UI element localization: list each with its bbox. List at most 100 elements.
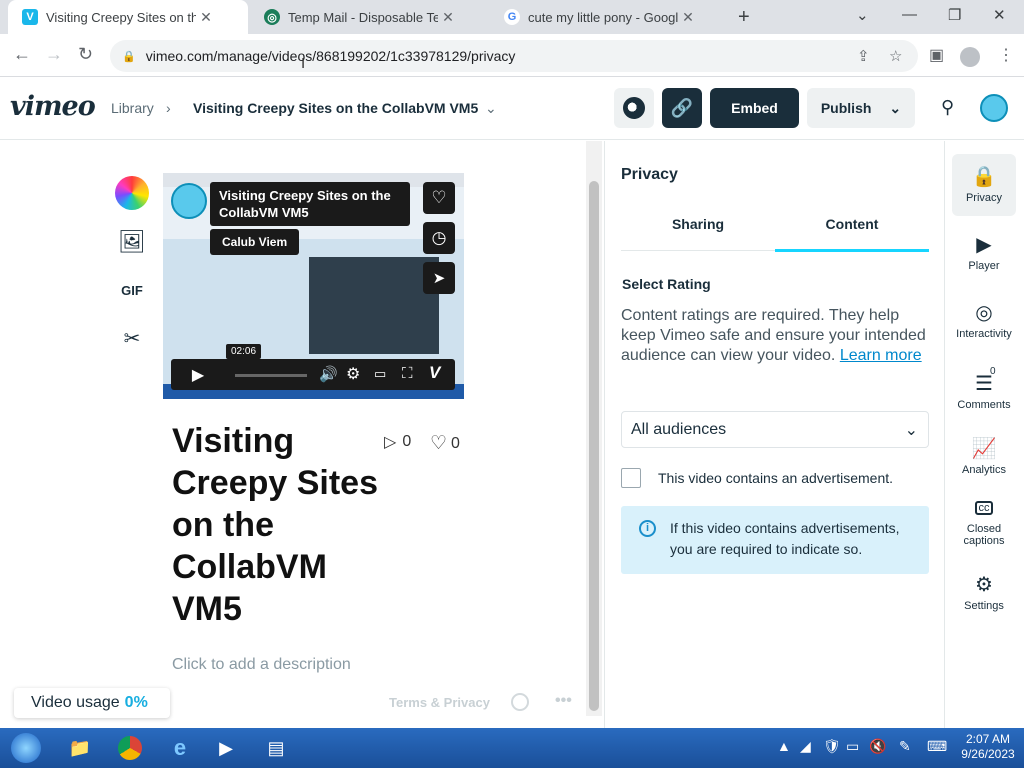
tray-expand-icon[interactable]: ▲ bbox=[777, 738, 791, 754]
share-button[interactable]: ➤ bbox=[423, 262, 455, 294]
avatar[interactable] bbox=[980, 94, 1008, 122]
browser-tab-tempmail[interactable]: ◎ Temp Mail - Disposable Tempora ✕ bbox=[250, 0, 488, 34]
terms-link[interactable]: Terms & Privacy bbox=[389, 695, 490, 710]
network-icon[interactable]: ◢ bbox=[800, 738, 811, 755]
new-tab-icon[interactable]: + bbox=[738, 6, 750, 29]
chrome-button[interactable] bbox=[110, 732, 150, 764]
copy-link-button[interactable]: 🔗 bbox=[662, 88, 702, 128]
media-button[interactable]: ▶ bbox=[206, 732, 246, 764]
play-icon[interactable]: ▶ bbox=[171, 359, 225, 390]
publish-button[interactable]: Publish ⌄ bbox=[807, 88, 915, 128]
browser-tab-google[interactable]: G cute my little pony - Google Sea ✕ bbox=[490, 0, 728, 34]
share-icon[interactable]: ⇪ bbox=[857, 47, 870, 65]
player-title[interactable]: Visiting Creepy Sites on the CollabVM VM… bbox=[210, 182, 410, 226]
pip-icon[interactable]: ▭ bbox=[374, 366, 386, 382]
windows-logo-icon bbox=[11, 733, 41, 763]
tab-title: Visiting Creepy Sites on the Colla bbox=[46, 9, 196, 25]
lock-icon: 🔒 bbox=[122, 50, 136, 63]
video-frame-dialog bbox=[309, 257, 439, 354]
like-button[interactable]: ♡ bbox=[423, 182, 455, 214]
progress-bar[interactable] bbox=[235, 374, 307, 377]
video-title[interactable]: Visiting Creepy Sites on the CollabVM VM… bbox=[172, 420, 392, 630]
ie-button[interactable]: e bbox=[160, 732, 200, 764]
globe-icon bbox=[623, 97, 645, 119]
rail-label: Closed captions bbox=[963, 523, 1005, 547]
folder-icon: 📁 bbox=[68, 737, 92, 758]
display-icon[interactable]: ▭ bbox=[846, 738, 859, 755]
search-icon[interactable]: ⚲ bbox=[941, 97, 954, 118]
volume-icon[interactable]: 🔊 bbox=[319, 365, 338, 383]
menu-dots-icon[interactable]: ⋮ bbox=[998, 45, 1014, 65]
close-tab-icon[interactable]: ✕ bbox=[438, 9, 458, 26]
rail-label: Privacy bbox=[965, 192, 1003, 204]
breadcrumb-video-title[interactable]: Visiting Creepy Sites on the CollabVM VM… bbox=[193, 100, 478, 116]
globe-button[interactable] bbox=[614, 88, 654, 128]
bookmark-star-icon[interactable]: ☆ bbox=[889, 47, 902, 65]
back-icon[interactable]: ← bbox=[13, 44, 31, 65]
likes-value: 0 bbox=[451, 434, 460, 452]
rail-item-closed-captions[interactable]: cc Closed captions bbox=[952, 501, 1016, 547]
start-button[interactable] bbox=[6, 732, 46, 764]
thumbnail-button[interactable]: 🖼 bbox=[112, 222, 152, 262]
scrollbar[interactable] bbox=[586, 141, 602, 716]
volume-mute-icon[interactable]: 🔇 bbox=[869, 738, 886, 755]
app-button[interactable]: ▤ bbox=[256, 732, 296, 764]
rail-label: Analytics bbox=[961, 464, 1007, 476]
security-shield-icon[interactable]: 🛡 bbox=[823, 738, 841, 755]
restore-icon[interactable]: ❐ bbox=[948, 6, 961, 24]
chevron-down-icon: ⌄ bbox=[904, 422, 918, 439]
clock-time: 2:07 AM bbox=[965, 732, 1011, 746]
side-panel-icon[interactable]: ▣ bbox=[929, 45, 944, 65]
breadcrumb-library[interactable]: Library bbox=[111, 100, 154, 116]
description-placeholder[interactable]: Click to add a description bbox=[172, 656, 351, 674]
close-tab-icon[interactable]: ✕ bbox=[678, 9, 698, 26]
learn-more-link[interactable]: Learn more bbox=[840, 347, 922, 364]
scrollbar-thumb[interactable] bbox=[589, 181, 599, 711]
rail-item-settings[interactable]: ⚙ Settings bbox=[952, 572, 1016, 612]
rail-item-player[interactable]: ▶ Player bbox=[952, 232, 1016, 272]
address-bar[interactable]: 🔒 vimeo.com/manage/videos/868199202/1c33… bbox=[110, 40, 918, 72]
close-tab-icon[interactable]: ✕ bbox=[196, 9, 216, 26]
gif-button[interactable]: GIF bbox=[112, 270, 152, 310]
rail-item-privacy[interactable]: 🔒 Privacy bbox=[952, 154, 1016, 216]
tab-title: Temp Mail - Disposable Tempora bbox=[288, 9, 438, 25]
profile-icon[interactable] bbox=[960, 47, 980, 67]
watch-later-button[interactable]: ◷ bbox=[423, 222, 455, 254]
rail-label: Settings bbox=[964, 600, 1004, 612]
minimize-icon[interactable]: — bbox=[902, 6, 917, 23]
rail-label: Player bbox=[968, 260, 1000, 272]
help-icon[interactable] bbox=[511, 693, 529, 711]
lock-icon: 🔒 bbox=[971, 166, 997, 188]
more-dots-icon[interactable]: ••• bbox=[555, 692, 572, 710]
explorer-button[interactable]: 📁 bbox=[60, 732, 100, 764]
panel-title: Privacy bbox=[621, 166, 678, 183]
keyboard-icon[interactable]: ⌨ bbox=[927, 738, 947, 755]
forward-icon[interactable]: → bbox=[45, 44, 63, 65]
player-channel[interactable]: Calub Viem bbox=[210, 229, 300, 255]
tab-sharing[interactable]: Sharing bbox=[621, 216, 775, 252]
rail-item-analytics[interactable]: 📈 Analytics bbox=[952, 436, 1016, 476]
vimeo-logo[interactable]: vimeo bbox=[10, 91, 96, 122]
comments-icon: ☰ bbox=[975, 373, 993, 395]
ad-checkbox-label[interactable]: This video contains an advertisement. bbox=[658, 470, 893, 486]
system-clock[interactable]: 2:07 AM 9/26/2023 bbox=[958, 732, 1018, 762]
close-window-icon[interactable]: ✕ bbox=[993, 6, 1006, 24]
tab-search-icon[interactable]: ⌄ bbox=[856, 6, 869, 24]
browser-tab-vimeo[interactable]: V Visiting Creepy Sites on the Colla ✕ bbox=[8, 0, 248, 34]
settings-gear-icon[interactable]: ⚙ bbox=[346, 364, 360, 384]
pen-icon[interactable]: ✎ bbox=[899, 738, 911, 755]
reload-icon[interactable]: ↻ bbox=[78, 44, 93, 65]
fullscreen-icon[interactable]: ⛶ bbox=[402, 365, 413, 382]
trim-button[interactable]: ✂ bbox=[112, 318, 152, 358]
tab-content[interactable]: Content bbox=[775, 216, 929, 252]
vimeo-v-icon[interactable]: V bbox=[429, 363, 440, 383]
ad-checkbox[interactable] bbox=[621, 468, 641, 488]
embed-button[interactable]: Embed bbox=[710, 88, 799, 128]
video-usage-widget[interactable]: Video usage 0% bbox=[14, 688, 170, 718]
rating-select[interactable]: All audiences ⌄ bbox=[621, 411, 929, 448]
rail-item-interactivity[interactable]: ◎ Interactivity bbox=[952, 300, 1016, 340]
rail-item-comments[interactable]: ☰ 0 Comments bbox=[952, 366, 1016, 411]
chevron-down-icon[interactable]: ⌄ bbox=[485, 100, 497, 117]
color-wheel-button[interactable] bbox=[112, 173, 152, 213]
channel-avatar[interactable] bbox=[171, 183, 207, 219]
